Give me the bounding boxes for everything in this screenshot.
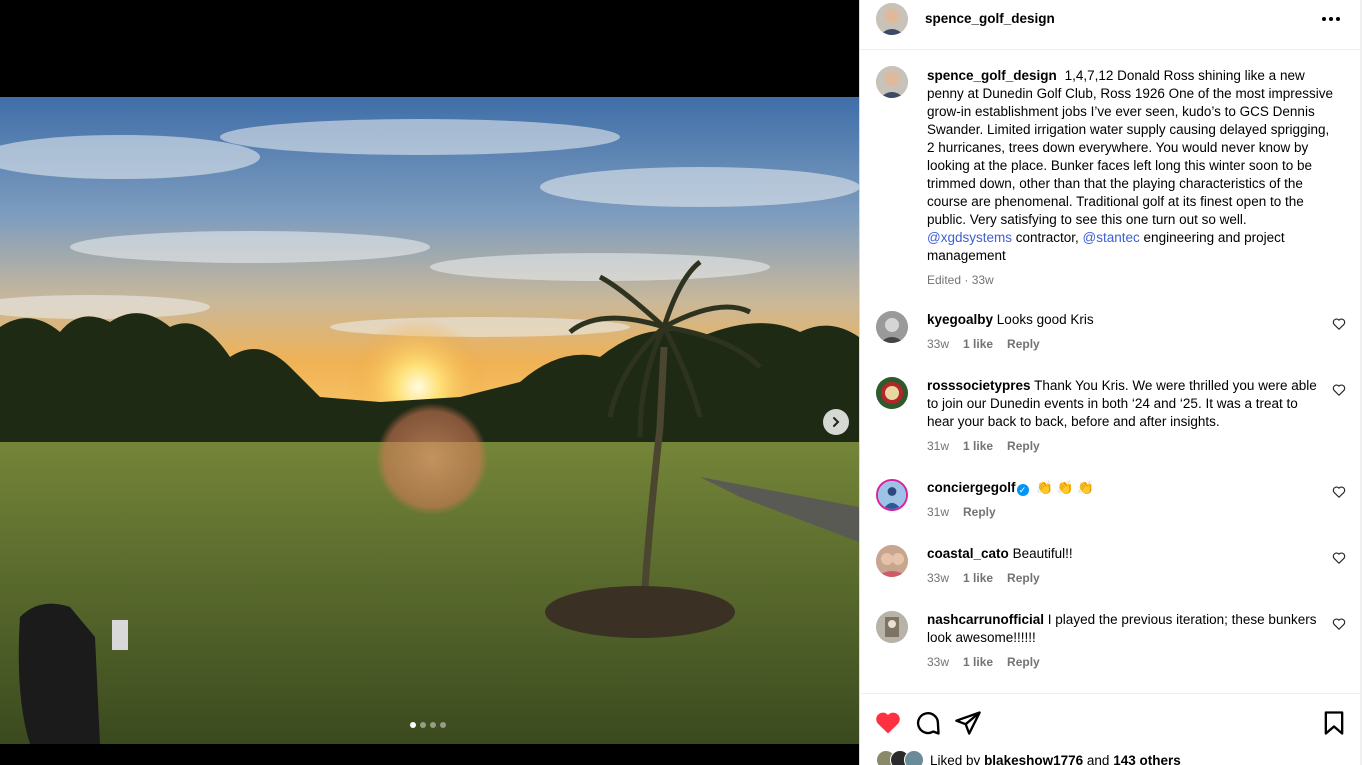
comment-username[interactable]: nashcarrunofficial	[927, 612, 1044, 627]
comment-avatar[interactable]	[876, 377, 908, 409]
reply-button[interactable]: Reply	[1007, 335, 1040, 353]
comment-avatar[interactable]	[876, 545, 908, 577]
carousel-dot	[410, 722, 416, 728]
author-username[interactable]: spence_golf_design	[925, 11, 1055, 26]
liked-by-user[interactable]: blakeshow1776	[984, 753, 1083, 765]
avatar-image	[878, 481, 906, 509]
post-caption: spence_golf_design 1,4,7,12 Donald Ross …	[927, 67, 1333, 289]
caption-username[interactable]: spence_golf_design	[927, 68, 1057, 83]
caption-meta: Edited · 33w	[927, 273, 994, 287]
comment-time: 33w	[927, 337, 950, 351]
comment-time: 33w	[927, 571, 950, 585]
mention-link[interactable]: @xgdsystems	[927, 230, 1012, 245]
reply-button[interactable]: Reply	[1007, 653, 1040, 671]
comment-username[interactable]: conciergegolf	[927, 480, 1016, 495]
next-slide-button[interactable]	[823, 409, 849, 435]
liked-by-prefix: Liked by	[930, 752, 981, 765]
liker-avatar	[904, 750, 924, 765]
liked-by-others[interactable]: 143 others	[1113, 753, 1181, 765]
avatar-image	[876, 545, 908, 577]
carousel-dot	[430, 722, 436, 728]
caption-author-avatar[interactable]	[876, 66, 908, 98]
bookmark-icon[interactable]	[1320, 709, 1348, 737]
share-icon[interactable]	[954, 709, 982, 737]
comment-text: Looks good Kris	[996, 312, 1094, 327]
post-sidebar: spence_golf_design spence_golf_design 1,…	[859, 0, 1361, 765]
liked-by-and: and	[1086, 752, 1110, 765]
reply-button[interactable]: Reply	[963, 503, 996, 521]
chevron-right-icon	[833, 417, 840, 427]
avatar-image	[876, 611, 908, 643]
liked-by: Liked by blakeshow1776 and 143 others	[876, 750, 1181, 765]
comment-username[interactable]: rosssocietypres	[927, 378, 1031, 393]
comment-username[interactable]: kyegoalby	[927, 312, 993, 327]
comment-text: Beautiful!!	[1012, 546, 1073, 561]
verified-badge-icon: ✓	[1016, 484, 1029, 496]
comment-username[interactable]: coastal_cato	[927, 546, 1009, 561]
carousel-dot	[420, 722, 426, 728]
comment-avatar[interactable]	[876, 311, 908, 343]
comment-time: 31w	[927, 439, 950, 453]
caption-text-2: contractor,	[1015, 230, 1079, 245]
instagram-post-view: spence_golf_design spence_golf_design 1,…	[0, 0, 1362, 765]
heart-icon[interactable]	[874, 709, 902, 737]
like-comment-heart-icon[interactable]	[1332, 485, 1346, 499]
like-comment-heart-icon[interactable]	[1332, 383, 1346, 397]
post-photo[interactable]	[0, 97, 859, 744]
like-comment-heart-icon[interactable]	[1332, 617, 1346, 631]
mention-link[interactable]: @stantec	[1083, 230, 1140, 245]
avatar-image	[876, 311, 908, 343]
author-avatar[interactable]	[876, 3, 908, 35]
media-panel	[0, 0, 859, 765]
carousel-dot	[440, 722, 446, 728]
reply-button[interactable]: Reply	[1007, 569, 1040, 587]
like-comment-heart-icon[interactable]	[1332, 551, 1346, 565]
author-avatar-image	[876, 66, 908, 98]
comment-icon[interactable]	[914, 709, 942, 737]
comment-likes[interactable]: 1 like	[963, 569, 993, 587]
comment-avatar[interactable]	[876, 611, 908, 643]
more-icon	[1322, 17, 1340, 21]
comment-likes[interactable]: 1 like	[963, 653, 993, 671]
author-avatar-image	[876, 3, 908, 35]
comment-avatar-story-ring[interactable]	[876, 479, 908, 511]
comment-likes[interactable]: 1 like	[963, 437, 993, 455]
avatar-image	[876, 377, 908, 409]
comment-text: 👏 👏 👏	[1036, 480, 1095, 495]
post-header: spence_golf_design	[860, 0, 1361, 50]
comment-time: 33w	[927, 655, 950, 669]
carousel-dots	[410, 722, 446, 728]
caption-text: 1,4,7,12 Donald Ross shining like a new …	[927, 68, 1333, 227]
more-options-button[interactable]	[1318, 8, 1344, 30]
reply-button[interactable]: Reply	[1007, 437, 1040, 455]
comment-time: 31w	[927, 505, 950, 519]
golf-course-sunrise-image	[0, 97, 859, 744]
post-actions-bar: Liked by blakeshow1776 and 143 others	[860, 693, 1361, 765]
comment-likes[interactable]: 1 like	[963, 335, 993, 353]
like-comment-heart-icon[interactable]	[1332, 317, 1346, 331]
